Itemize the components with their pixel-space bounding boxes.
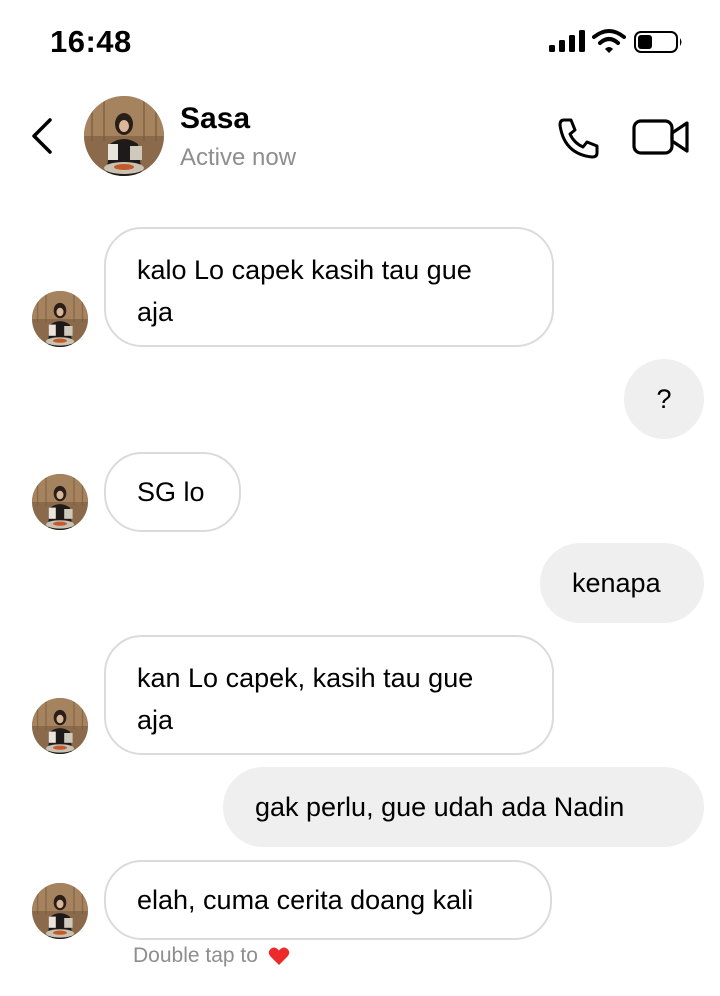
battery-icon [634,31,682,53]
contact-avatar[interactable] [84,96,164,176]
sender-avatar[interactable] [32,474,88,530]
message-line: aja [137,705,174,735]
heart-icon [268,948,290,966]
sender-avatar[interactable] [32,698,88,754]
chat-header: Sasa Active now [0,90,720,190]
message-text: gak perlu, gue udah ada Nadin [255,792,625,822]
message-text: kenapa [572,568,661,598]
message-text: elah, cuma cerita doang kali [137,885,474,915]
incoming-message[interactable]: kalo Lo capek kasih tau gue aja [104,227,554,347]
incoming-message[interactable]: kan Lo capek, kasih tau gue aja [104,635,554,755]
sender-avatar[interactable] [32,883,88,939]
message-text: ? [656,384,672,414]
message-line: aja [137,297,174,327]
contact-name[interactable]: Sasa [180,102,250,136]
status-bar: 16:48 [0,0,720,80]
wifi-icon [592,29,626,53]
cellular-signal-icon [549,30,585,52]
double-tap-hint: Double tap to [133,944,290,968]
outgoing-message[interactable]: gak perlu, gue udah ada Nadin [223,767,704,847]
incoming-message[interactable]: elah, cuma cerita doang kali [104,860,552,940]
status-time: 16:48 [50,24,132,59]
hint-text: Double tap to [133,944,258,967]
message-text: SG lo [137,477,205,507]
phone-icon[interactable] [556,116,602,160]
contact-status: Active now [180,144,297,171]
outgoing-message[interactable]: ? [624,359,704,439]
incoming-message[interactable]: SG lo [104,452,241,532]
message-line: kalo Lo capek kasih tau gue [137,255,472,285]
outgoing-message[interactable]: kenapa [540,543,704,623]
video-camera-icon[interactable] [632,118,690,156]
message-line: kan Lo capek, kasih tau gue [137,663,474,693]
sender-avatar[interactable] [32,291,88,347]
chevron-left-icon[interactable] [28,116,58,156]
